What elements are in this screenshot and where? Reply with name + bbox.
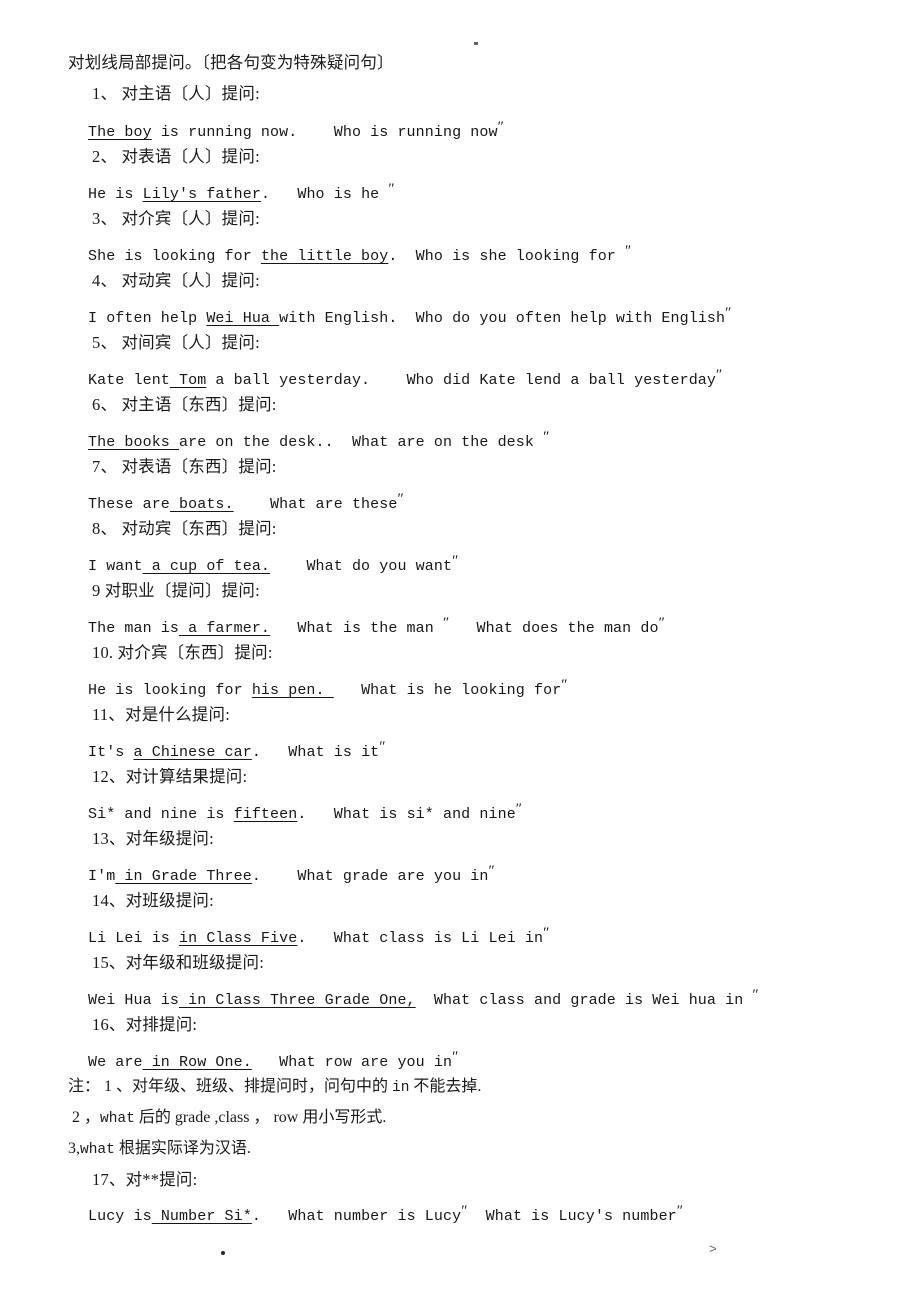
underlined-answer: in Row One. (142, 1054, 252, 1071)
item-sentence-2: He is Lily's father. Who is he ″ (88, 181, 395, 203)
footer-page-dot (221, 1251, 225, 1255)
document-page: 对划线局部提问。〔把各句变为特殊疑问句〕 1、 对主语〔人〕提问: The bo… (0, 0, 920, 1302)
item-sentence-6: The books are on the desk.. What are on … (88, 429, 550, 451)
question-text: What row are you in (279, 1054, 453, 1071)
item-sentence-7: These are boats. What are these″ (88, 491, 404, 513)
item-label-11: 11、对是什么提问: (92, 705, 230, 724)
underlined-answer: the little boy (260, 248, 389, 265)
underlined-answer: The books (88, 434, 180, 451)
underlined-answer: a Chinese car (133, 744, 252, 761)
underlined-answer: boats. (169, 496, 234, 513)
page-title: 对划线局部提问。〔把各句变为特殊疑问句〕 (68, 53, 394, 72)
question-text: Who do you often help with English (415, 310, 726, 327)
footer-page-glyph: > (709, 1242, 717, 1257)
item-label-5: 5、 对间宾〔人〕提问: (92, 333, 260, 352)
question-text: What class and grade is Wei hua in (433, 992, 753, 1009)
header-page-mark (474, 42, 478, 45)
item-label-8: 8、 对动宾〔东西〕提问: (92, 519, 277, 538)
note-3: 3,what 根据实际译为汉语. (68, 1140, 251, 1158)
question-text: What is si* and nine (333, 806, 516, 823)
question-text: What grade are you in (297, 868, 489, 885)
item-label-16: 16、对排提问: (92, 1015, 198, 1034)
underlined-answer: fifteen (233, 806, 298, 823)
underlined-answer: Wei Hua (206, 310, 280, 327)
question-text: What number is Lucy (288, 1208, 462, 1225)
item-sentence-8: I want a cup of tea. What do you want″ (88, 553, 459, 575)
item-sentence-16: We are in Row One. What row are you in″ (88, 1049, 459, 1071)
item-sentence-9: The man is a farmer. What is the man ″ W… (88, 615, 665, 637)
item-sentence-5: Kate lent Tom a ball yesterday. Who did … (88, 367, 723, 389)
underlined-answer: in Grade Three (115, 868, 252, 885)
item-sentence-12: Si* and nine is fifteen. What is si* and… (88, 801, 523, 823)
item-label-3: 3、 对介宾〔人〕提问: (92, 209, 260, 228)
underlined-answer: a cup of tea. (142, 558, 271, 575)
item-label-2: 2、 对表语〔人〕提问: (92, 147, 260, 166)
item-label-9: 9 对职业〔提问〕提问: (92, 581, 260, 600)
underlined-answer: The boy (88, 124, 152, 141)
underlined-answer: Number Si* (151, 1208, 252, 1225)
question-text: Who is running now (333, 124, 498, 141)
question-text: What class is Li Lei in (333, 930, 544, 947)
item-label-15: 15、对年级和班级提问: (92, 953, 264, 972)
item-sentence-4: I often help Wei Hua with English. Who d… (88, 305, 732, 327)
item-label-14: 14、对班级提问: (92, 891, 214, 910)
question-text: What is it (288, 744, 380, 761)
underlined-answer: Tom (169, 372, 207, 389)
underlined-answer: in Class Three Grade One, (179, 992, 416, 1009)
question-text: What are on the desk (351, 434, 544, 451)
question-text: What is he looking for (361, 682, 562, 699)
item-sentence-11: It's a Chinese car. What is it″ (88, 739, 386, 761)
note-1: 注： 1 、对年级、班级、排提问时，问句中的 in 不能去掉. (68, 1078, 482, 1096)
item-sentence-3: She is looking for the little boy. Who i… (88, 243, 632, 265)
question-text-alt: What does the man do (476, 620, 659, 637)
item-sentence-17: Lucy is Number Si*. What number is Lucy″… (88, 1203, 684, 1225)
underlined-answer: a farmer. (179, 620, 271, 637)
item-sentence-14: Li Lei is in Class Five. What class is L… (88, 925, 550, 947)
item-label-4: 4、 对动宾〔人〕提问: (92, 271, 260, 290)
item-label-7: 7、 对表语〔东西〕提问: (92, 457, 277, 476)
item-sentence-10: He is looking for his pen. What is he lo… (88, 677, 568, 699)
question-text: Who did Kate lend a ball yesterday (406, 372, 717, 389)
question-text-alt: What is Lucy's number (485, 1208, 677, 1225)
item-label-6: 6、 对主语〔东西〕提问: (92, 395, 277, 414)
underlined-answer: Lily's father (142, 186, 261, 203)
item-label-13: 13、对年级提问: (92, 829, 214, 848)
item-label-12: 12、对计算结果提问: (92, 767, 248, 786)
question-text: Who is she looking for (415, 248, 626, 265)
question-text: Who is he (297, 186, 389, 203)
item-label-10: 10. 对介宾〔东西〕提问: (92, 643, 273, 662)
question-text: What do you want (306, 558, 453, 575)
item-label-1: 1、 对主语〔人〕提问: (92, 84, 260, 103)
underlined-answer: his pen. (251, 682, 334, 699)
question-text: What are these (270, 496, 398, 513)
item-sentence-15: Wei Hua is in Class Three Grade One, Wha… (88, 987, 759, 1009)
underlined-answer: in Class Five (179, 930, 298, 947)
item-sentence-13: I'm in Grade Three. What grade are you i… (88, 863, 495, 885)
item-sentence-1: The boy is running now. Who is running n… (88, 119, 504, 141)
note-2: 2 ，what 后的 grade ,class ， row 用小写形式. (68, 1109, 387, 1127)
item-label-17: 17、对**提问: (92, 1170, 198, 1189)
question-text: What is the man (297, 620, 443, 637)
